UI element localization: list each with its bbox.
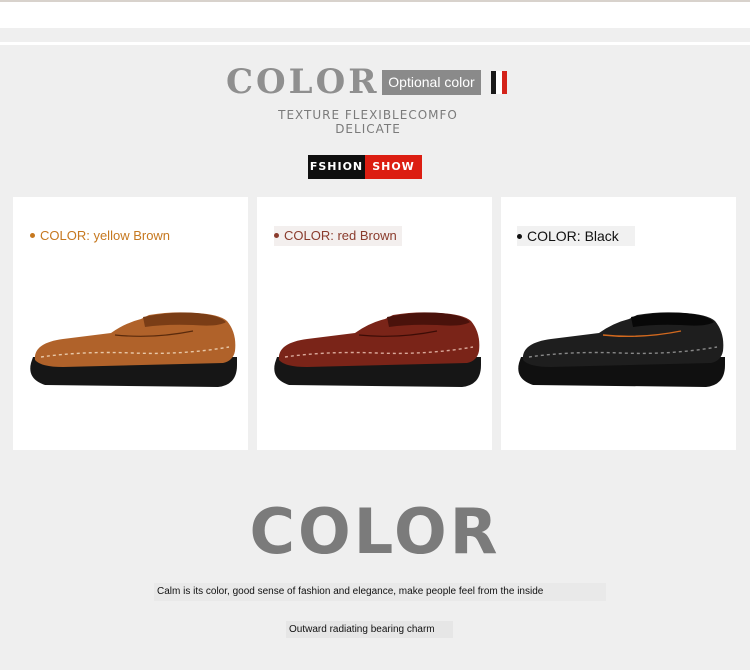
color-label-text: COLOR: red Brown	[284, 228, 397, 243]
subtitle-line-1: TEXTURE FLEXIBLECOMFO	[278, 108, 458, 122]
description-text: Calm is its color, good sense of fashion…	[154, 583, 606, 601]
color-label-text: COLOR: yellow Brown	[40, 228, 171, 243]
color-label: COLOR: yellow Brown	[30, 226, 171, 246]
color-label-text: COLOR: Black	[527, 228, 619, 244]
top-strip	[0, 0, 750, 28]
separator-line	[0, 42, 750, 45]
color-header: COLOR Optional color	[0, 62, 750, 102]
optional-color-badge: Optional color	[382, 70, 481, 95]
flag-stripe-3	[501, 71, 507, 94]
product-card-black[interactable]: COLOR: Black	[501, 197, 736, 450]
product-card-red-brown[interactable]: COLOR: red Brown	[257, 197, 492, 450]
color-label: COLOR: Black	[517, 226, 635, 246]
color-title: COLOR	[226, 62, 380, 102]
flag-icon	[491, 71, 507, 94]
product-card-yellow-brown[interactable]: COLOR: yellow Brown	[13, 197, 248, 450]
bullet-icon	[274, 233, 279, 239]
color-label: COLOR: red Brown	[274, 226, 402, 246]
bullet-icon	[30, 233, 35, 239]
bullet-icon	[517, 233, 522, 239]
section-title: COLOR	[249, 495, 501, 568]
shoe-image-black	[518, 312, 725, 387]
show-label: SHOW	[365, 155, 422, 179]
shoe-image-yellow-brown	[30, 312, 237, 387]
subtitle: TEXTURE FLEXIBLECOMFO DELICATE	[0, 108, 736, 136]
subtitle-line-2: DELICATE	[335, 122, 401, 136]
fashion-label: FSHION	[308, 155, 365, 179]
tagline-text: Outward radiating bearing charm	[286, 621, 453, 638]
shoe-image-red-brown	[274, 312, 481, 387]
fashion-show-badge: FSHION SHOW	[308, 155, 422, 179]
